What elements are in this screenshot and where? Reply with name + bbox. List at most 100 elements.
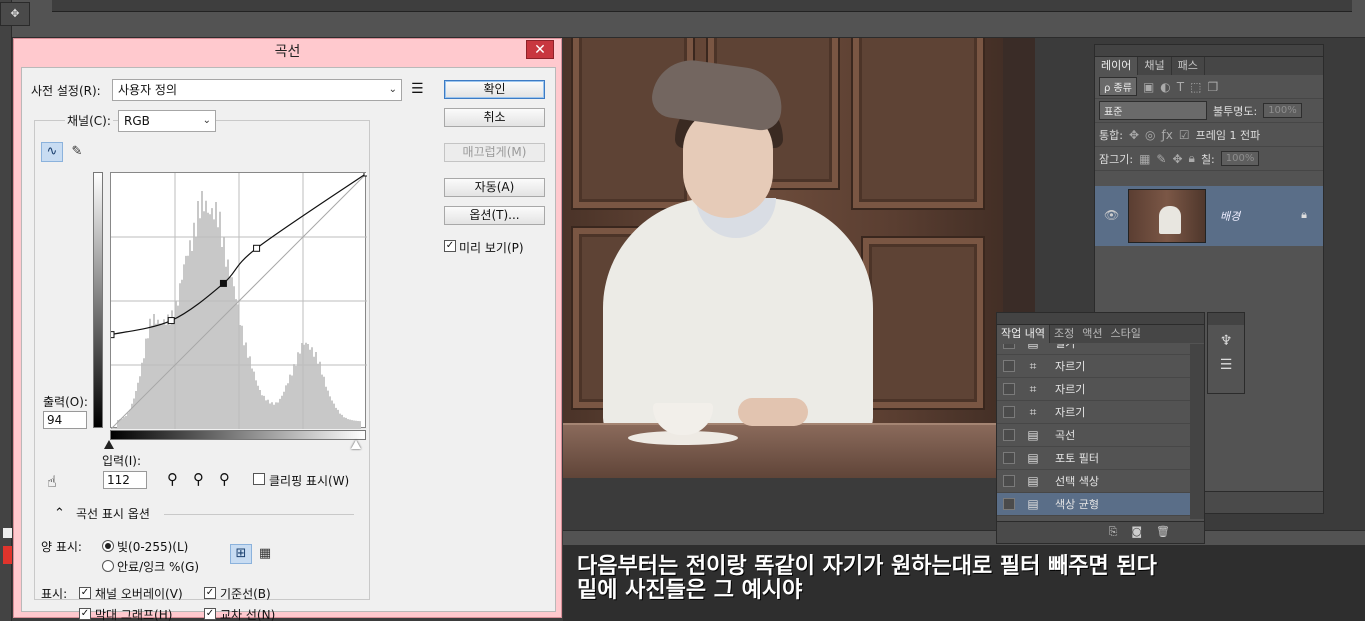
history-item[interactable]: ▤ 열기 [997, 344, 1190, 355]
history-snapshot-checkbox[interactable] [1003, 344, 1015, 349]
detailed-grid-icon[interactable]: ▦ [255, 544, 275, 564]
curve-control-point[interactable] [219, 279, 227, 287]
preset-menu-icon[interactable]: ☰ [411, 81, 424, 97]
tab-adjustments[interactable]: 조정 [1050, 325, 1078, 343]
history-item[interactable]: ▤ 색상 균형 [997, 493, 1190, 516]
targeted-adjust-icon[interactable]: ☝ [47, 472, 57, 491]
curve-control-point[interactable] [167, 317, 175, 325]
filter-shape-icon[interactable]: ⬚ [1190, 80, 1201, 94]
gray-eyedropper-icon[interactable]: ⚲ [193, 470, 204, 488]
tab-paths[interactable]: 패스 [1172, 57, 1205, 75]
unify-visibility-icon[interactable]: ◎ [1145, 128, 1155, 142]
history-snapshot-checkbox[interactable] [1003, 406, 1015, 418]
canvas-photo[interactable] [563, 38, 1035, 478]
tab-history[interactable]: 작업 내역 [997, 325, 1050, 343]
light-radio[interactable] [102, 540, 114, 552]
tab-layers[interactable]: 레이어 [1095, 57, 1139, 75]
tab-actions[interactable]: 액션 [1078, 325, 1106, 343]
cancel-button[interactable]: 취소 [444, 108, 545, 127]
canvas-background [563, 478, 993, 530]
lock-image-icon[interactable]: ✎ [1156, 152, 1166, 166]
filter-smart-icon[interactable]: ❐ [1207, 80, 1218, 94]
history-scrollbar[interactable] [1190, 344, 1204, 519]
output-gradient [93, 172, 103, 428]
opacity-field[interactable]: 100% [1263, 103, 1302, 118]
tab-styles[interactable]: 스타일 [1106, 325, 1144, 343]
curve-control-point[interactable] [111, 331, 115, 339]
preset-dropdown[interactable]: 사용자 정의 ⌄ [112, 79, 402, 101]
lock-transparent-icon[interactable]: ▦ [1139, 152, 1150, 166]
curve-graph[interactable] [110, 172, 367, 429]
history-item[interactable]: ⌗ 자르기 [997, 378, 1190, 401]
history-tabs: 작업 내역 조정 액션 스타일 [997, 325, 1204, 343]
simple-grid-icon[interactable]: ⊞ [230, 544, 252, 564]
kind-filter-dropdown[interactable]: ρ 종류 [1099, 77, 1137, 96]
background-color-swatch[interactable] [3, 528, 12, 538]
lock-all-icon[interactable]: 🔒︎ [1189, 151, 1195, 166]
collapse-options-icon[interactable]: ⌃ [54, 506, 65, 521]
white-eyedropper-icon[interactable]: ⚲ [219, 470, 230, 488]
filter-adjust-icon[interactable]: ◐ [1160, 80, 1170, 94]
history-item-label: 선택 색상 [1055, 475, 1099, 488]
unify-position-icon[interactable]: ✥ [1129, 128, 1139, 142]
histogram-checkbox[interactable]: ✓ [79, 608, 91, 620]
history-snapshot-checkbox[interactable] [1003, 452, 1015, 464]
black-eyedropper-icon[interactable]: ⚲ [167, 470, 178, 488]
curve-control-point[interactable] [363, 173, 367, 177]
caption-text: 다음부터는 전이랑 똑같이 자기가 원하는대로 필터 빼주면 된다 밑에 사진들… [577, 555, 1157, 603]
clipping-label: 클리핑 표시(W) [269, 474, 350, 488]
layer-name[interactable]: 배경 [1220, 208, 1240, 224]
unify-style-icon[interactable]: ƒx [1162, 128, 1173, 142]
history-snapshot-checkbox[interactable] [1003, 475, 1015, 487]
adjust-sliders-icon[interactable]: ☰ [1208, 357, 1244, 373]
channel-value: RGB [124, 114, 150, 128]
pencil-tool-icon[interactable]: ✎ [67, 142, 87, 162]
tab-channels[interactable]: 채널 [1138, 57, 1172, 75]
history-item[interactable]: ⌗ 자르기 [997, 355, 1190, 378]
doc-icon: ▤ [1027, 497, 1039, 511]
baseline-checkbox[interactable]: ✓ [204, 587, 216, 599]
smooth-button[interactable]: 매끄럽게(M) [444, 143, 545, 162]
history-snapshot-checkbox[interactable] [1003, 429, 1015, 441]
ok-button[interactable]: 확인 [444, 80, 545, 99]
clipping-checkbox[interactable] [253, 473, 265, 485]
history-snapshot-checkbox[interactable] [1003, 498, 1015, 510]
history-item[interactable]: ⌗ 자르기 [997, 401, 1190, 424]
history-snapshot-checkbox[interactable] [1003, 383, 1015, 395]
white-point-slider[interactable] [351, 440, 361, 449]
channel-dropdown[interactable]: RGB ⌄ [118, 110, 216, 132]
black-point-slider[interactable] [104, 440, 114, 449]
eye-icon[interactable]: 👁︎ [1104, 208, 1119, 222]
intersection-checkbox[interactable]: ✓ [204, 608, 216, 620]
curve-control-point[interactable] [253, 244, 261, 252]
pigment-radio[interactable] [102, 560, 114, 572]
history-snapshot-checkbox[interactable] [1003, 360, 1015, 372]
propagate-checkbox[interactable]: ☑ [1179, 128, 1190, 142]
lock-position-icon[interactable]: ✥ [1172, 152, 1182, 166]
auto-button[interactable]: 자동(A) [444, 178, 545, 197]
filter-type-icon[interactable]: T [1177, 80, 1184, 94]
input-field[interactable]: 112 [103, 471, 147, 489]
curve-point-tool-icon[interactable]: ∿ [41, 142, 63, 162]
curve-svg[interactable] [111, 173, 367, 429]
channel-overlay-checkbox[interactable]: ✓ [79, 587, 91, 599]
move-tool-icon[interactable]: ✥ [0, 2, 30, 26]
brush-presets-icon[interactable]: ♆ [1208, 333, 1244, 349]
amount-label: 양 표시: [41, 540, 82, 554]
panel-collapse-bar[interactable] [1095, 45, 1323, 57]
divider [164, 514, 354, 515]
input-label: 입력(I): [102, 454, 142, 468]
output-field[interactable]: 94 [43, 411, 87, 429]
history-item[interactable]: ▤ 선택 색상 [997, 470, 1190, 493]
panel-collapse-bar[interactable] [997, 313, 1204, 325]
fill-field[interactable]: 100% [1220, 151, 1260, 166]
filter-pixel-icon[interactable]: ▣ [1143, 80, 1154, 94]
blend-mode-dropdown[interactable]: 표준 [1099, 101, 1207, 120]
layer-row-background[interactable]: 👁︎ 배경 🔒︎ [1095, 186, 1323, 246]
history-item[interactable]: ▤ 곡선 [997, 424, 1190, 447]
history-item[interactable]: ▤ 포토 필터 [997, 447, 1190, 470]
options-button[interactable]: 옵션(T)... [444, 206, 545, 225]
preview-checkbox[interactable]: ✓ [444, 240, 456, 252]
close-icon[interactable]: ✕ [526, 40, 554, 59]
foreground-color-swatch[interactable] [3, 546, 12, 564]
